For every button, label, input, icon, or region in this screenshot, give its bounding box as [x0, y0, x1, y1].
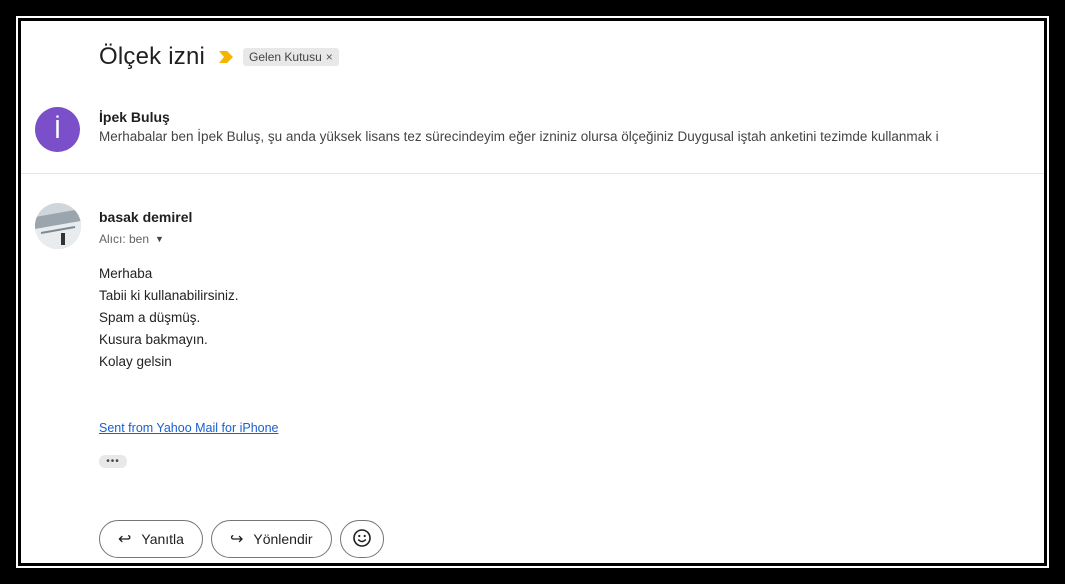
- body-line: Merhaba: [99, 266, 153, 281]
- sender-avatar-photo[interactable]: [35, 203, 81, 249]
- forward-icon: ↪: [229, 531, 244, 548]
- forward-label: Yönlendir: [253, 531, 313, 547]
- sender-avatar[interactable]: İ: [35, 107, 80, 152]
- body-line: Spam a düşmüş.: [99, 310, 201, 325]
- remove-label-icon[interactable]: ×: [326, 50, 333, 64]
- message-body: Merhaba Tabii ki kullanabilirsiniz. Spam…: [99, 263, 239, 373]
- reply-button[interactable]: ↩ Yanıtla: [99, 520, 203, 558]
- inbox-label-chip[interactable]: Gelen Kutusu ×: [243, 48, 339, 66]
- email-thread-view: Ölçek izni Gelen Kutusu × İ İpek Buluş M…: [21, 21, 1044, 563]
- reply-icon: ↩: [118, 531, 132, 548]
- sender-name: basak demirel: [99, 209, 193, 225]
- recipient-text: Alıcı: ben: [99, 232, 150, 246]
- message-snippet: Merhabalar ben İpek Buluş, şu anda yükse…: [99, 129, 939, 144]
- importance-marker-icon[interactable]: [219, 50, 234, 64]
- emoji-icon: [352, 528, 371, 550]
- body-line: Kolay gelsin: [99, 354, 172, 369]
- thread-subject: Ölçek izni: [99, 43, 206, 70]
- signature-link[interactable]: Sent from Yahoo Mail for iPhone: [99, 421, 279, 435]
- message-divider: [21, 173, 1044, 174]
- action-buttons: ↩ Yanıtla ↪ Yönlendir: [99, 520, 384, 558]
- screenshot-frame: Ölçek izni Gelen Kutusu × İ İpek Buluş M…: [10, 10, 1055, 574]
- expanded-message: basak demirel Alıcı: ben ▼ Merhaba Tabii…: [21, 193, 1044, 563]
- show-trimmed-content-button[interactable]: •••: [99, 455, 127, 468]
- inbox-label-text: Gelen Kutusu: [249, 50, 322, 64]
- sender-name: İpek Buluş: [99, 109, 170, 125]
- forward-button[interactable]: ↪ Yönlendir: [210, 520, 332, 558]
- collapsed-message[interactable]: İ İpek Buluş Merhabalar ben İpek Buluş, …: [21, 103, 1044, 173]
- reply-label: Yanıtla: [141, 531, 184, 547]
- body-line: Kusura bakmayın.: [99, 332, 208, 347]
- frame-border: Ölçek izni Gelen Kutusu × İ İpek Buluş M…: [16, 16, 1049, 568]
- body-line: Tabii ki kullanabilirsiniz.: [99, 288, 239, 303]
- recipient-details[interactable]: Alıcı: ben ▼: [99, 232, 164, 246]
- subject-row: Ölçek izni Gelen Kutusu ×: [99, 43, 339, 71]
- chevron-down-icon[interactable]: ▼: [155, 234, 164, 244]
- emoji-reaction-button[interactable]: [339, 520, 384, 558]
